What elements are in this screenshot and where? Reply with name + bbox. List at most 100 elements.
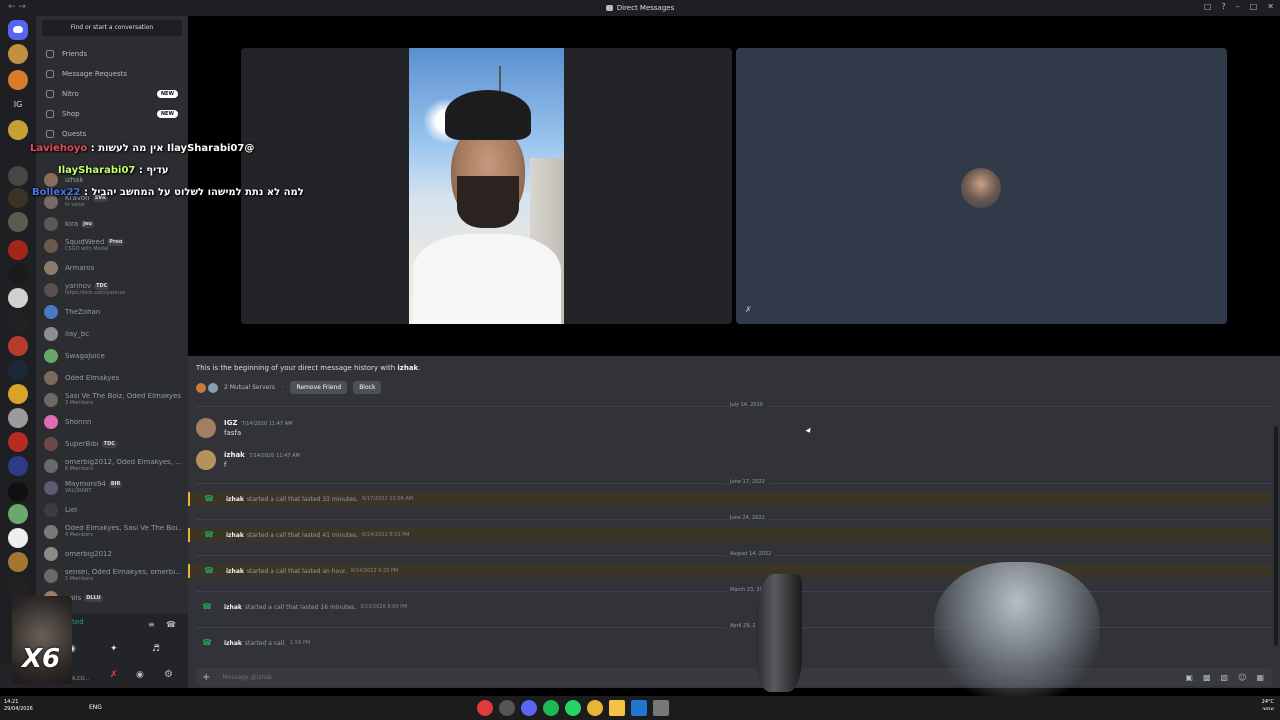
dm-item[interactable]: sensei, Oded Elmakyes, omerbi... 5 Member… bbox=[42, 566, 182, 586]
dm-item[interactable]: ilay_bc bbox=[42, 324, 182, 344]
explorer-taskbar-icon[interactable] bbox=[609, 700, 625, 716]
settings-gear-icon[interactable]: ⚙ bbox=[164, 669, 173, 680]
video-tile-izhak[interactable] bbox=[241, 48, 732, 324]
chat-message[interactable]: IGZ 7/14/2020 11:47 AM fasfa bbox=[196, 414, 1272, 444]
app-icon[interactable] bbox=[499, 700, 515, 716]
avatar[interactable] bbox=[196, 450, 216, 470]
disconnect-icon[interactable]: ☎ bbox=[166, 620, 176, 629]
nav-friends[interactable]: Friends bbox=[42, 46, 182, 62]
server-icon[interactable] bbox=[8, 408, 28, 428]
app-icon[interactable] bbox=[477, 700, 493, 716]
search-conversation-input[interactable]: Find or start a conversation bbox=[42, 20, 182, 36]
minimize-button[interactable]: – bbox=[1236, 2, 1240, 11]
dm-status: 4 Members bbox=[65, 532, 93, 538]
avatar bbox=[44, 459, 58, 473]
discord-taskbar-icon[interactable] bbox=[521, 700, 537, 716]
x6-multiplier: X6 bbox=[22, 644, 61, 674]
server-icon[interactable] bbox=[8, 336, 28, 356]
server-ig[interactable]: IG bbox=[0, 100, 36, 109]
discord-home-button[interactable] bbox=[8, 20, 28, 40]
dm-item[interactable]: omerbig2012, Oded Elmakyes, ... 6 Members bbox=[42, 456, 182, 476]
avatar bbox=[44, 305, 58, 319]
maximize-button[interactable]: □ bbox=[1250, 2, 1258, 11]
help-icon[interactable]: ? bbox=[1221, 2, 1225, 11]
server-icon[interactable] bbox=[8, 504, 28, 524]
block-button[interactable]: Block bbox=[353, 381, 382, 394]
dm-item[interactable]: SuperBibi TDC bbox=[42, 434, 182, 454]
chat-scrollbar[interactable] bbox=[1274, 426, 1278, 646]
stream-chat-line: IlaySharabi07 עדיף : bbox=[58, 165, 169, 176]
dm-item[interactable]: Shonnn bbox=[42, 412, 182, 432]
dm-item[interactable]: Armaros bbox=[42, 258, 182, 278]
spotify-taskbar-icon[interactable] bbox=[543, 700, 559, 716]
video-tile-self[interactable]: ✗ bbox=[736, 48, 1227, 324]
server-icon[interactable] bbox=[8, 264, 28, 284]
date-divider: July 14, 2020 bbox=[196, 402, 1272, 408]
avatar[interactable] bbox=[196, 418, 216, 438]
gif-icon[interactable]: ▩ bbox=[1203, 673, 1211, 682]
dm-name: omerbig2012, Oded Elmakyes, ... bbox=[65, 459, 182, 466]
dm-item[interactable]: Oded Elmakyes bbox=[42, 368, 182, 388]
call-log-row: ☎ izhak started a call that lasted 41 minu… bbox=[188, 528, 1272, 542]
server-icon[interactable] bbox=[8, 120, 28, 140]
dm-item[interactable]: Sasi Ve The Boiz, Oded Elmakyes 3 Members bbox=[42, 390, 182, 410]
server-icon[interactable] bbox=[8, 44, 28, 64]
app-icon[interactable] bbox=[653, 700, 669, 716]
message-input[interactable]: Message @izhak bbox=[222, 674, 272, 681]
server-icon[interactable] bbox=[8, 360, 28, 380]
server-icon[interactable] bbox=[8, 552, 28, 572]
chrome-taskbar-icon[interactable] bbox=[587, 700, 603, 716]
attach-plus-icon[interactable]: + bbox=[202, 672, 210, 683]
headphones-icon[interactable]: ◉ bbox=[136, 670, 144, 680]
noise-icon[interactable]: ≡ bbox=[148, 620, 155, 629]
dm-item[interactable]: SquidWeed Proo CSGO with Medal bbox=[42, 236, 182, 256]
whatsapp-taskbar-icon[interactable] bbox=[565, 700, 581, 716]
dm-item[interactable]: Liel bbox=[42, 500, 182, 520]
nav-nitro[interactable]: Nitro NEW bbox=[42, 86, 182, 102]
chat-message[interactable]: izhak 7/14/2020 11:47 AM f bbox=[196, 446, 1272, 476]
server-icon[interactable] bbox=[8, 212, 28, 232]
message-author[interactable]: izhak 7/14/2020 11:47 AM bbox=[224, 451, 300, 459]
sticker-icon[interactable]: ▨ bbox=[1221, 673, 1229, 682]
server-icon[interactable] bbox=[8, 166, 28, 186]
mic-muted-icon[interactable]: ✗ bbox=[110, 670, 118, 680]
server-icon[interactable] bbox=[8, 188, 28, 208]
soundboard-icon[interactable]: ♬ bbox=[152, 644, 160, 654]
gift-icon[interactable]: ▣ bbox=[1185, 673, 1193, 682]
server-icon[interactable] bbox=[8, 312, 28, 332]
os-taskbar: 14:21 29/04/2026 ENG 24°C שמשי bbox=[0, 696, 1280, 720]
server-icon[interactable] bbox=[8, 384, 28, 404]
activities-icon[interactable]: ✦ bbox=[110, 644, 118, 654]
server-icon[interactable] bbox=[8, 70, 28, 90]
apps-icon[interactable]: ▦ bbox=[1256, 673, 1264, 682]
weather[interactable]: 24°C שמשי bbox=[1262, 699, 1274, 713]
server-icon[interactable] bbox=[8, 482, 28, 502]
nav-message-requests[interactable]: Message Requests bbox=[42, 66, 182, 82]
server-icon[interactable] bbox=[8, 528, 28, 548]
dm-item[interactable]: yarinov TDC https://kick.com/yarinov bbox=[42, 280, 182, 300]
dm-item[interactable]: kira jeu bbox=[42, 214, 182, 234]
dm-item[interactable]: TheZohan bbox=[42, 302, 182, 322]
clock[interactable]: 14:21 29/04/2026 bbox=[4, 699, 33, 713]
nitro-icon bbox=[46, 90, 54, 98]
remove-friend-button[interactable]: Remove Friend bbox=[290, 381, 348, 394]
server-icon[interactable] bbox=[8, 288, 28, 308]
mutual-servers-link[interactable]: 2 Mutual Servers bbox=[224, 384, 275, 391]
close-button[interactable]: ✕ bbox=[1267, 2, 1274, 11]
phone-icon: ☎ bbox=[204, 494, 214, 503]
message-author[interactable]: IGZ 7/14/2020 11:47 AM bbox=[224, 419, 292, 427]
language-indicator[interactable]: ENG bbox=[89, 704, 102, 711]
message-composer[interactable]: + Message @izhak ▣ ▩ ▨ ☺ ▦ bbox=[196, 668, 1272, 686]
dm-item[interactable]: omerbig2012 bbox=[42, 544, 182, 564]
app-icon[interactable] bbox=[631, 700, 647, 716]
nav-shop[interactable]: Shop NEW bbox=[42, 106, 182, 122]
server-icon[interactable] bbox=[8, 456, 28, 476]
dm-item[interactable]: Maymoni94 BIR VALORANT bbox=[42, 478, 182, 498]
dm-item[interactable]: Oded Elmakyes, Sasi Ve The Boi... 4 Membe… bbox=[42, 522, 182, 542]
server-icon[interactable] bbox=[8, 240, 28, 260]
server-icon[interactable] bbox=[8, 432, 28, 452]
inbox-icon[interactable]: ▢ bbox=[1204, 2, 1212, 11]
emoji-icon[interactable]: ☺ bbox=[1238, 673, 1246, 682]
server-icon[interactable] bbox=[8, 576, 28, 596]
dm-item[interactable]: SwagaJuice bbox=[42, 346, 182, 366]
